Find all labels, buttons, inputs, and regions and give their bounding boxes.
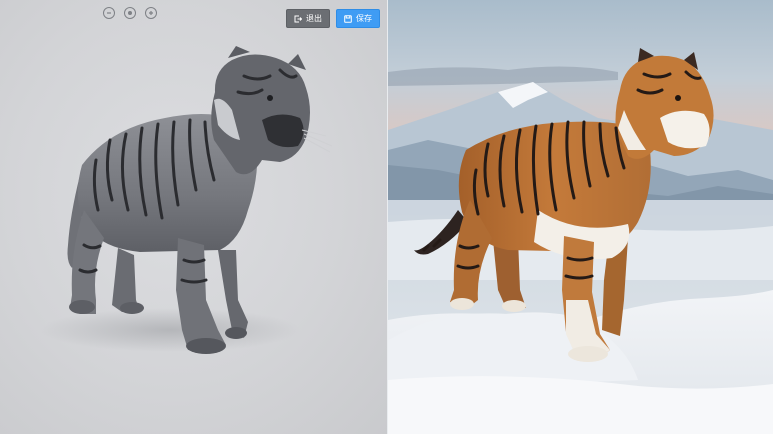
save-button[interactable]: 保存 — [336, 9, 380, 28]
exit-button[interactable]: 退出 — [286, 9, 330, 28]
zoom-out-icon[interactable] — [103, 7, 115, 19]
exit-label: 退出 — [306, 14, 322, 23]
save-label: 保存 — [356, 14, 372, 23]
rendered-image-panel — [388, 0, 773, 434]
editor-toolbar: 退出 保存 — [286, 9, 380, 28]
zoom-in-icon[interactable] — [145, 7, 157, 19]
tiger-3d-model[interactable] — [0, 0, 387, 434]
view-controls — [103, 7, 157, 19]
reset-view-icon[interactable] — [124, 7, 136, 19]
tiger-snow-render — [388, 0, 773, 434]
model-viewer[interactable]: 退出 保存 — [0, 0, 387, 434]
exit-icon — [294, 15, 302, 23]
save-icon — [344, 14, 352, 23]
